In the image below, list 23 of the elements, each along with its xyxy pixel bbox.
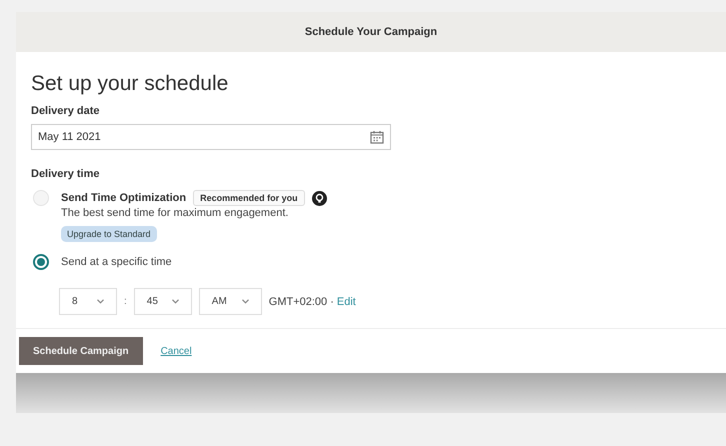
timezone-text: GMT+02:00 ·: [268, 296, 334, 308]
chevron-icon: [172, 299, 179, 304]
period-select[interactable]: AM: [198, 288, 262, 315]
recommended-tag: Recommended for you: [193, 190, 305, 206]
chevron-icon: [242, 299, 249, 304]
chevron-icon: [97, 299, 104, 304]
option-label: Send Time Optimization: [61, 192, 186, 204]
lightbulb-icon: [312, 190, 327, 206]
minute-select[interactable]: 45: [134, 288, 192, 315]
option-label: Send at a specific time: [61, 256, 172, 268]
time-separator: :: [124, 296, 127, 307]
hour-select[interactable]: 8: [59, 288, 117, 315]
page-heading: Set up your schedule: [31, 72, 230, 96]
schedule-campaign-button[interactable]: Schedule Campaign: [19, 337, 143, 365]
date-field[interactable]: May 11 2021: [31, 124, 391, 150]
calendar-icon[interactable]: [370, 130, 384, 144]
field-label: Delivery date: [31, 105, 100, 117]
window-title: Schedule Your Campaign: [304, 26, 438, 38]
radio-button[interactable]: [33, 254, 49, 270]
field-label: Delivery time: [31, 168, 100, 180]
cancel-link[interactable]: Cancel: [160, 346, 192, 356]
option-description: The best send time for maximum engagement.: [61, 207, 290, 219]
edit-link[interactable]: Edit: [336, 296, 356, 308]
